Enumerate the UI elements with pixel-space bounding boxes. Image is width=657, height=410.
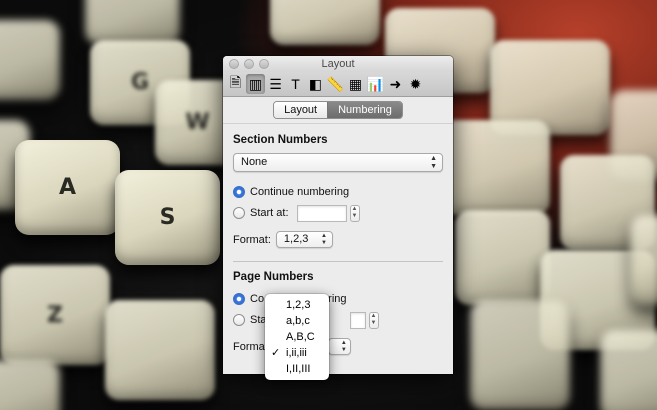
page-continue-label-left: Co — [250, 293, 265, 305]
ruler-icon: 📏 — [326, 75, 345, 92]
format-menu-item[interactable]: I,II,III — [265, 361, 329, 377]
tab-bar: Layout Numbering — [223, 97, 453, 124]
page-start-at-field[interactable] — [349, 311, 366, 329]
toolbar-document-button[interactable]: 🗎 — [226, 74, 245, 94]
background-key — [470, 300, 570, 410]
format-menu-item-label: A,B,C — [286, 331, 315, 343]
toolbar-layout-button[interactable]: ▥ — [246, 74, 265, 94]
toolbar-text-button[interactable]: T — [286, 74, 305, 94]
start-at-stepper[interactable]: ▲ ▼ — [349, 204, 360, 222]
format-menu-item-label: i,ii,iii — [286, 347, 307, 359]
background-key — [270, 0, 380, 45]
background-key — [630, 215, 657, 305]
background-key — [0, 360, 60, 410]
section-format-row: Format: 1,2,3 ▲ ▼ — [233, 231, 443, 248]
page-numbers-heading: Page Numbers — [233, 271, 314, 283]
background-key — [0, 20, 60, 100]
format-menu-item-label: a,b,c — [286, 315, 310, 327]
continue-numbering-radio[interactable] — [233, 186, 245, 198]
table-icon: ▦ — [348, 75, 363, 92]
background-key: S — [115, 170, 220, 265]
start-at-option[interactable]: Start at: ▲ ▼ — [233, 204, 443, 222]
checkmark-icon: ✓ — [271, 347, 281, 359]
background-key: A — [15, 140, 120, 235]
tab-numbering[interactable]: Numbering — [327, 102, 402, 118]
background-key — [455, 210, 550, 305]
format-menu-item[interactable]: a,b,c — [265, 313, 329, 329]
page-format-label: Forma — [233, 340, 265, 353]
background-key — [85, 0, 180, 45]
toolbar-table-button[interactable]: ▦ — [346, 74, 365, 94]
format-menu-item-label: 1,2,3 — [286, 299, 311, 311]
link-icon: ➜ — [389, 75, 402, 92]
start-at-radio[interactable] — [233, 207, 245, 219]
key-letter: S — [159, 205, 176, 230]
toolbar-chart-button[interactable]: 📊 — [366, 74, 385, 94]
section-numbers-popup-value: None — [241, 156, 268, 168]
gear-icon: ✹ — [409, 75, 422, 92]
section-format-popup[interactable]: 1,2,3 ▲ ▼ — [275, 231, 333, 248]
key-letter: A — [58, 175, 77, 200]
continue-numbering-label: Continue numbering — [250, 186, 350, 198]
title-bar[interactable]: Layout — [223, 56, 453, 72]
background-key — [600, 330, 657, 410]
zoom-button[interactable] — [259, 59, 269, 69]
format-menu-item-label: I,II,III — [286, 363, 311, 375]
toolbar-metrics-button[interactable]: 📏 — [326, 74, 345, 94]
key-letter: Z — [47, 302, 63, 328]
format-menu-item[interactable]: ✓ i,ii,iii — [265, 345, 329, 361]
toolbar-quicktime-button[interactable]: ✹ — [406, 74, 425, 94]
numbering-pane: Section Numbers None ▲ ▼ Continue numberi… — [223, 124, 453, 355]
document-icon: 🗎 — [229, 74, 242, 90]
close-button[interactable] — [229, 59, 239, 69]
popup-arrows-icon: ▲ ▼ — [320, 233, 327, 246]
background-key — [105, 300, 215, 400]
popup-arrows-icon: ▲ ▼ — [430, 155, 437, 170]
tab-layout[interactable]: Layout — [274, 102, 328, 118]
format-menu-item[interactable]: 1,2,3 — [265, 297, 329, 313]
format-menu-item[interactable]: A,B,C — [265, 329, 329, 345]
background-key — [440, 120, 550, 215]
popup-arrows-icon: ▲ ▼ — [340, 340, 347, 353]
layout-inspector-window: Layout 🗎 ▥ ☰ T ◧ 📏 ▦ 📊 ➜ ✹ Layout Numbering Secti… — [223, 56, 453, 374]
section-format-value: 1,2,3 — [283, 233, 309, 245]
page-continue-numbering-radio[interactable] — [233, 293, 245, 305]
start-at-label: Start at: — [250, 207, 289, 219]
key-letter: G — [130, 70, 150, 95]
layout-icon: ▥ — [248, 75, 263, 92]
window-title: Layout — [321, 58, 355, 70]
key-letter: W — [185, 110, 210, 135]
page-format-menu: 1,2,3 a,b,c A,B,C ✓ i,ii,iii I,II,III — [265, 294, 329, 380]
section-format-label: Format: — [233, 233, 271, 246]
text-icon: T — [291, 76, 300, 92]
page-start-at-radio[interactable] — [233, 314, 245, 326]
graphic-icon: ◧ — [308, 75, 323, 92]
toolbar-link-button[interactable]: ➜ — [386, 74, 405, 94]
toolbar-graphic-button[interactable]: ◧ — [306, 74, 325, 94]
minimize-button[interactable] — [244, 59, 254, 69]
window-controls — [229, 59, 269, 69]
section-numbers-heading: Section Numbers — [233, 134, 328, 146]
background-key: Z — [0, 265, 110, 365]
section-numbers-popup[interactable]: None ▲ ▼ — [233, 153, 443, 172]
chart-icon: 📊 — [366, 75, 385, 92]
wrap-icon: ☰ — [269, 75, 282, 92]
inspector-toolbar: 🗎 ▥ ☰ T ◧ 📏 ▦ 📊 ➜ ✹ — [223, 72, 453, 97]
page-start-at-stepper[interactable]: ▲ ▼ — [368, 311, 379, 329]
page-format-popup[interactable]: ▲ ▼ — [327, 338, 351, 355]
continue-numbering-option[interactable]: Continue numbering — [233, 183, 443, 201]
section-divider — [233, 261, 443, 262]
start-at-field[interactable] — [296, 204, 347, 222]
segmented-tabs: Layout Numbering — [273, 101, 403, 119]
toolbar-wrap-button[interactable]: ☰ — [266, 74, 285, 94]
